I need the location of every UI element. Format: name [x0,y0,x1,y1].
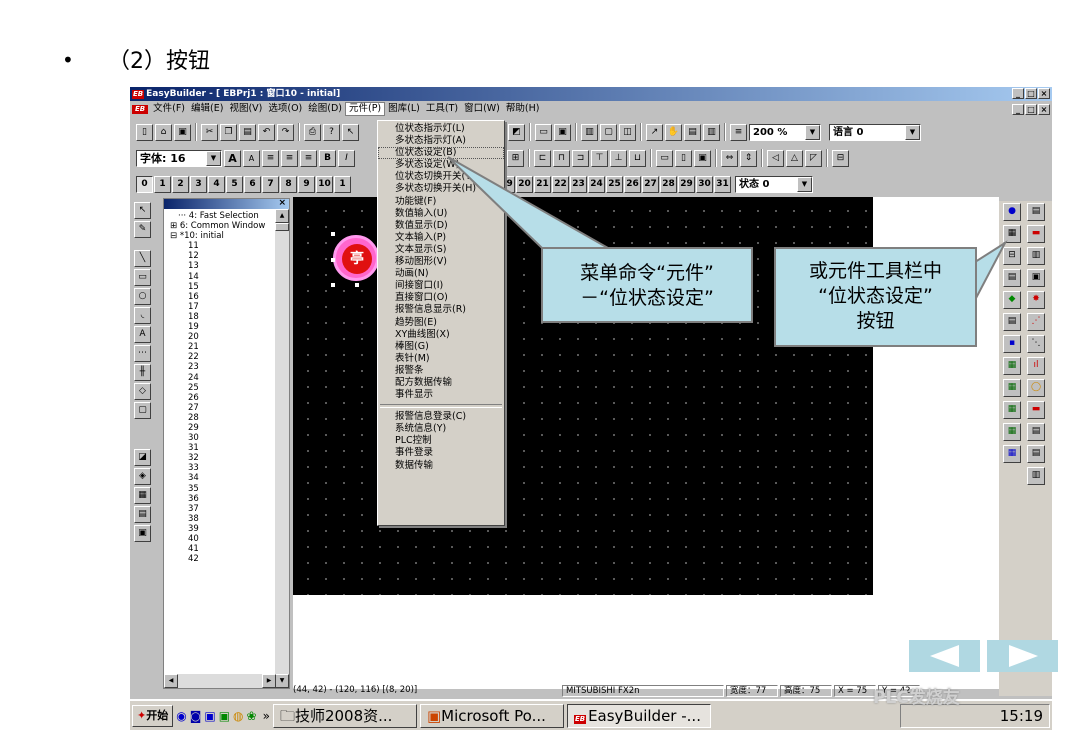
watermark: PLC发烧友 [873,688,960,708]
callout-pointer-toolbar [974,240,1008,301]
prev-arrow-icon [930,645,959,667]
callout-pointer-menu [447,156,612,249]
callout-menu-command: 菜单命令“元件” －“位状态设定” [541,247,753,323]
next-arrow-icon [1009,645,1038,667]
callout-toolbar: 或元件工具栏中 “位状态设定” 按钮 [774,247,977,347]
prev-slide-button[interactable] [909,640,980,672]
callout-pointers [447,156,1008,301]
next-slide-button[interactable] [987,640,1058,672]
